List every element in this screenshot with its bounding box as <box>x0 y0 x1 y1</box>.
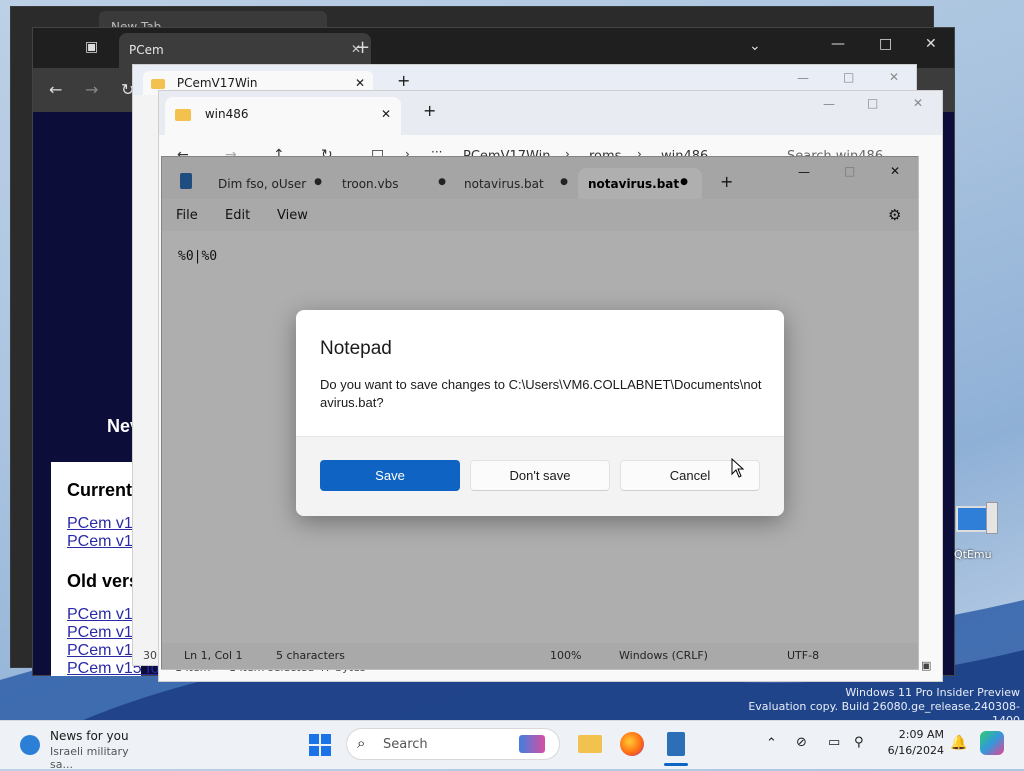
folder-icon <box>578 735 602 753</box>
close-tab-icon[interactable]: ✕ <box>355 76 365 90</box>
news-widget[interactable]: News for you Israeli military sa... <box>14 727 154 771</box>
explorer-tabstrip: win486 ✕ + — □ ✕ <box>159 91 942 135</box>
clock-date: 6/16/2024 <box>887 744 944 757</box>
search-placeholder: Search <box>383 737 428 752</box>
dialog-message: Do you want to save changes to C:\Users\… <box>320 377 762 410</box>
browser-tabstrip: ▣ PCem ✕ + ⌄ — □ ✕ <box>33 28 954 68</box>
left-item-count: 30 <box>143 649 157 662</box>
minimize-icon[interactable]: — <box>797 71 809 85</box>
file-explorer-taskbar-button[interactable] <box>576 730 604 758</box>
dialog-title: Notepad <box>320 338 392 359</box>
accessibility-icon[interactable]: ⚲ <box>854 735 864 750</box>
dont-save-button[interactable]: Don't save <box>470 460 610 491</box>
maximize-icon[interactable]: □ <box>843 70 854 84</box>
save-button[interactable]: Save <box>320 460 460 491</box>
clock-time: 2:09 AM <box>898 728 944 741</box>
back-arrow-icon[interactable]: ← <box>49 80 62 99</box>
notepad-taskbar-button[interactable] <box>662 730 690 758</box>
old-versions-heading: Old vers <box>67 571 140 591</box>
maximize-icon[interactable]: □ <box>867 96 878 110</box>
browser-tab-title: PCem <box>129 43 164 57</box>
desktop-icon-qtemu[interactable]: QtEmu <box>952 502 1000 562</box>
firefox-taskbar-button[interactable] <box>618 730 646 758</box>
maximize-icon[interactable]: □ <box>879 36 892 52</box>
mouse-cursor-icon <box>731 458 745 478</box>
old-link[interactable]: PCem v1 <box>67 624 141 642</box>
downloads-panel: Current PCem v1 PCem v1 Old vers PCem v1… <box>51 462 159 678</box>
new-tab-icon[interactable]: + <box>423 101 436 120</box>
new-tab-icon[interactable]: + <box>397 71 410 90</box>
new-tab-icon[interactable]: + <box>355 37 370 58</box>
browser-tab-pcem[interactable]: PCem ✕ <box>119 33 371 68</box>
search-icon: ⌕ <box>357 734 366 752</box>
close-window-icon[interactable]: ✕ <box>925 36 937 52</box>
current-heading: Current <box>67 480 133 500</box>
close-window-icon[interactable]: ✕ <box>913 96 923 110</box>
taskbar-search[interactable]: ⌕ Search <box>346 728 560 760</box>
search-highlight-icon <box>519 735 545 753</box>
news-title: News for you <box>50 729 129 743</box>
tab-actions-icon[interactable]: ▣ <box>85 39 98 55</box>
forward-arrow-icon[interactable]: → <box>85 80 98 99</box>
clock[interactable]: 2:09 AM 6/16/2024 <box>884 727 944 759</box>
minimize-icon[interactable]: — <box>831 36 845 52</box>
desktop-icon-label: QtEmu <box>954 548 992 561</box>
current-link[interactable]: PCem v1 <box>67 515 141 533</box>
watermark-line1: Windows 11 Pro Insider Preview <box>845 686 1020 699</box>
tiles-view-icon[interactable]: ▣ <box>921 659 931 672</box>
start-button[interactable] <box>306 731 334 759</box>
news-subtitle: Israeli military sa... <box>50 745 129 771</box>
display-icon[interactable]: ▭ <box>828 735 840 750</box>
monitor-icon <box>956 506 988 532</box>
chevron-down-icon[interactable]: ⌄ <box>749 38 761 54</box>
current-link[interactable]: PCem v1 <box>67 533 141 551</box>
tower-icon <box>986 502 998 534</box>
close-tab-icon[interactable]: ✕ <box>381 107 391 121</box>
copilot-icon[interactable] <box>980 731 1004 755</box>
network-icon[interactable]: ⊘ <box>796 735 807 750</box>
folder-icon <box>151 78 165 89</box>
firefox-icon <box>620 732 644 756</box>
windows-logo-icon <box>309 734 331 756</box>
folder-icon <box>175 108 191 121</box>
active-app-indicator <box>664 763 688 766</box>
news-globe-icon <box>20 735 40 755</box>
notepad-icon <box>667 732 685 756</box>
save-changes-dialog: Notepad Do you want to save changes to C… <box>296 310 784 516</box>
notification-bell-icon[interactable]: 🔔 <box>950 735 967 751</box>
old-link[interactable]: PCem v15 fo <box>67 660 159 678</box>
minimize-icon[interactable]: — <box>823 97 835 111</box>
chevron-up-icon[interactable]: ⌃ <box>766 736 777 751</box>
old-link[interactable]: PCem v15 fo <box>67 642 159 660</box>
close-window-icon[interactable]: ✕ <box>889 70 899 84</box>
explorer-back-tab-title: PCemV17Win <box>176 76 258 90</box>
explorer-tab-win486[interactable]: win486 ✕ <box>165 97 401 135</box>
explorer-tab-title: win486 <box>204 107 249 121</box>
old-link[interactable]: PCem v1 <box>67 606 141 624</box>
